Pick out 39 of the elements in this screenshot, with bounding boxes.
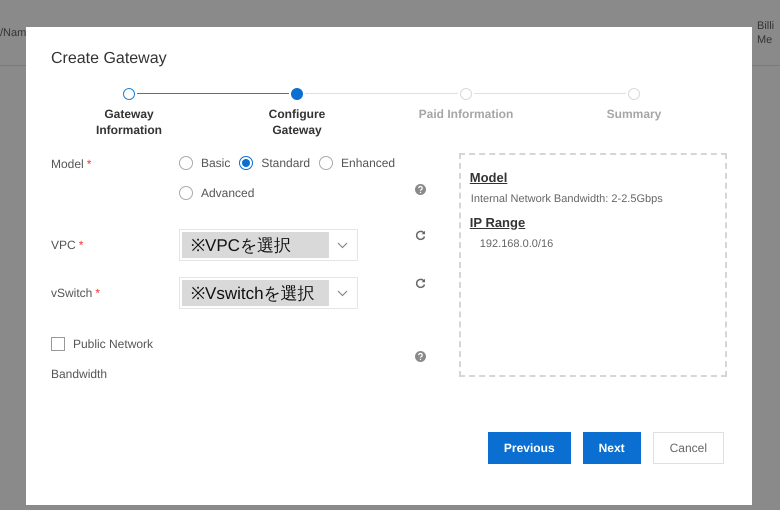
radio-button[interactable] [179,156,193,170]
step-label: Paid Information [418,106,514,122]
radio-option[interactable]: Standard [239,155,310,171]
summary-heading: Model [470,169,508,186]
checkbox-option[interactable]: Public Network [51,335,415,353]
primary-button[interactable]: Next [582,432,641,464]
column-header: Billi Me [757,19,774,47]
radio-option[interactable]: Advanced [179,185,254,201]
select-field[interactable]: ※VPCを選択 [179,229,358,261]
radio-option[interactable]: Enhanced [319,155,396,171]
summary-heading: IP Range [470,214,526,230]
chevron-down-icon [336,242,348,248]
select-field[interactable]: ※Vswitchを選択 [179,277,358,309]
help-icon[interactable] [415,184,426,195]
field-label: vSwitch [51,285,92,302]
radio-button[interactable] [179,186,193,200]
help-icon[interactable] [415,351,426,362]
secondary-button[interactable]: Cancel [652,432,724,464]
refresh-icon[interactable] [415,278,426,289]
field-label: Bandwidth [51,367,108,381]
step-label: Gateway Information [95,106,163,138]
required-mark: * [78,237,84,254]
refresh-icon[interactable] [415,230,426,241]
radio-button[interactable] [319,156,334,170]
dialog-title: Create Gateway [51,49,168,69]
required-mark: * [95,285,100,302]
column-header: /Nam [0,26,26,40]
summary-value: 192.168.0.0/16 [478,236,554,252]
radio-button[interactable] [239,156,254,170]
step-label: Configure Gateway [268,106,326,138]
step-label: Summary [606,106,662,122]
field-label: Model [51,156,84,173]
primary-button[interactable]: Previous [488,432,571,464]
chevron-down-icon [336,290,348,296]
required-mark: * [86,156,92,173]
summary-value: Internal Network Bandwidth: 2-2.5Gbps [470,192,664,207]
radio-option[interactable]: Basic [179,155,230,171]
checkbox[interactable] [51,337,65,351]
field-label: VPC [51,237,76,254]
